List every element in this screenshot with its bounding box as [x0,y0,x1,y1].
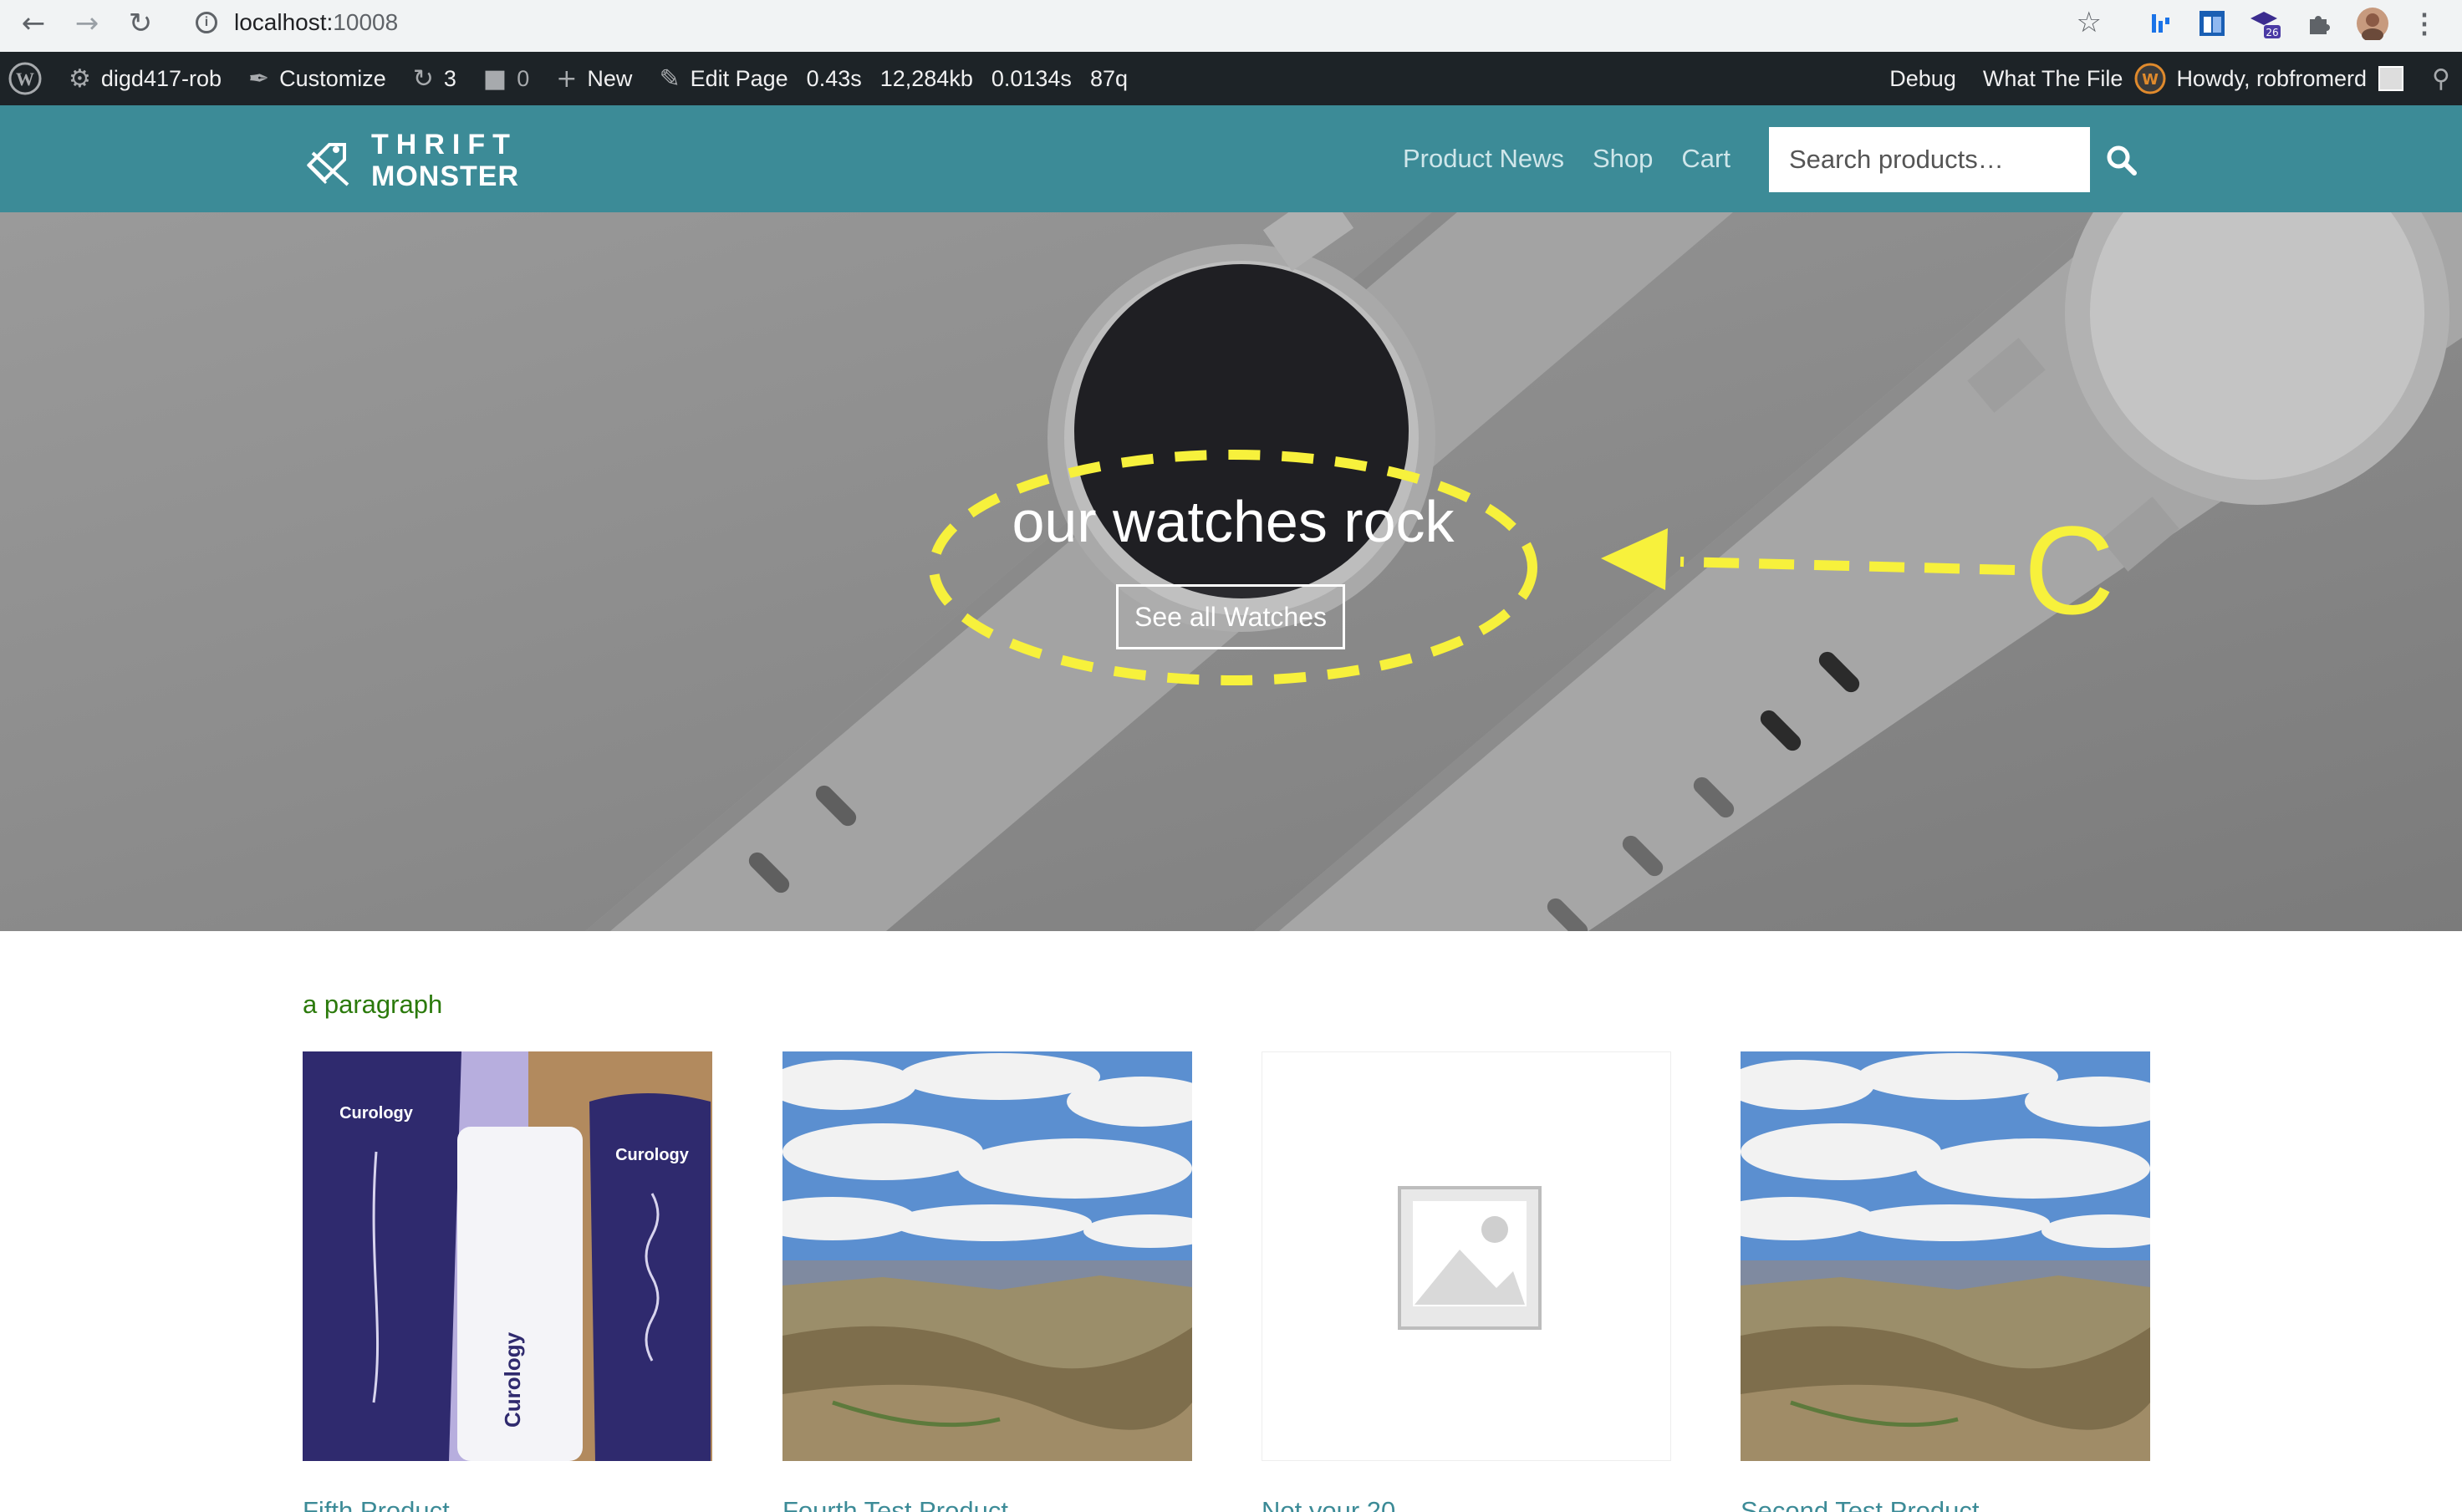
forward-icon[interactable]: → [64,0,110,47]
profile-avatar[interactable] [2356,7,2389,40]
nav-cart[interactable]: Cart [1681,144,1731,174]
user-avatar [2378,66,2404,91]
landscape-image [782,1051,1192,1461]
qm-memory: 12,284kb [879,65,973,91]
qm-db-time: 0.0134s [991,65,1072,91]
what-the-file-menu[interactable]: What The File [1970,52,2132,105]
nav-product-news[interactable]: Product News [1403,144,1564,174]
comments-count: 0 [517,65,530,91]
hero-watch-image: C [0,212,2462,931]
url-text: localhost:10008 [234,9,399,35]
qm-query-count: 87q [1089,65,1128,91]
new-label: New [587,65,633,91]
admin-search-icon[interactable]: ⚲ [2417,52,2462,105]
wp-logo-menu[interactable]: W [0,52,55,105]
browser-menu-icon[interactable]: ⋮ [2408,7,2441,40]
see-all-watches-button[interactable]: See all Watches [1116,584,1345,649]
product-title-2[interactable]: Fourth Test Product [782,1496,1008,1512]
comments-link[interactable]: ■ 0 [470,52,543,105]
extension-window-icon[interactable] [2195,7,2229,40]
new-content-menu[interactable]: + New [543,52,645,105]
curology-products-image: Curology Curology Curology [303,1051,712,1461]
svg-text:W: W [2143,71,2159,89]
comment-icon: ■ [482,64,507,94]
extension-bars-icon[interactable] [2145,7,2179,40]
address-bar[interactable]: i localhost:10008 ☆ [179,3,2118,43]
extension-badge: 26 [2266,27,2278,38]
landscape-image [1741,1051,2150,1461]
brush-icon: ✒ [248,64,270,94]
query-monitor-menu[interactable]: 0.43s 12,284kb 0.0134s 87q [802,52,1141,105]
debug-menu[interactable]: Debug [1876,52,1970,105]
plus-icon: + [556,64,578,94]
reload-icon[interactable]: ↻ [117,0,164,47]
logo-line-1: THRIFT [371,129,517,160]
my-account-menu[interactable]: W Howdy, robfromerd [2131,52,2417,105]
svg-text:Curology: Curology [500,1331,525,1428]
hero-title: our watches rock [1012,489,1455,554]
intro-paragraph: a paragraph [303,990,443,1019]
what-the-file-logo-icon: W [2134,63,2166,94]
hero-banner: C our watches rock See all Watches [0,212,2462,931]
product-title-1[interactable]: Fifth Product [303,1496,450,1512]
updates-icon: ↻ [412,64,434,94]
site-name-label: digd417-rob [100,65,222,91]
product-card-image-1[interactable]: Curology Curology Curology [303,1051,712,1461]
annotation-letter: C [2024,500,2114,640]
product-title-4[interactable]: Second Test Product [1741,1496,1980,1512]
what-the-file-label: What The File [1982,65,2123,91]
product-title-3[interactable]: Not your 20 [1262,1496,1395,1512]
customize-link[interactable]: ✒ Customize [235,52,400,105]
updates-count: 3 [443,65,456,91]
nav-shop[interactable]: Shop [1593,144,1653,174]
browser-toolbar: ← → ↻ i localhost:10008 ☆ 26 ⋮ [0,0,2462,52]
price-tag-logo-icon [306,143,349,186]
pencil-icon: ✎ [659,64,680,94]
primary-nav: Product News Shop Cart [1403,105,1759,212]
updates-link[interactable]: ↻ 3 [400,52,470,105]
wordpress-icon: W [8,62,42,95]
product-card-image-3[interactable] [1262,1051,1671,1461]
qm-page-time: 0.43s [806,65,862,91]
site-header: THRIFT MONSTER Product News Shop Cart [0,105,2462,212]
bookmark-star-icon[interactable]: ☆ [2077,6,2102,39]
debug-label: Debug [1889,65,1956,91]
product-search-input[interactable] [1769,127,2090,192]
site-name-menu[interactable]: ⚙ digd417-rob [55,52,235,105]
image-placeholder-icon [1262,1052,1670,1460]
edit-page-label: Edit Page [690,65,788,91]
product-card-image-2[interactable] [782,1051,1192,1461]
site-logo[interactable]: THRIFT MONSTER [301,129,519,192]
back-icon[interactable]: ← [10,0,57,47]
dashboard-icon: ⚙ [69,64,91,94]
extensions-puzzle-icon[interactable] [2302,7,2336,40]
logo-line-2: MONSTER [371,160,519,192]
search-icon[interactable] [2105,144,2138,177]
extension-grad-cap-icon[interactable]: 26 [2249,7,2282,40]
product-card-image-4[interactable] [1741,1051,2150,1461]
svg-text:Curology: Curology [339,1104,414,1123]
wp-admin-bar: W ⚙ digd417-rob ✒ Customize ↻ 3 ■ 0 + Ne… [0,52,2462,105]
edit-page-link[interactable]: ✎ Edit Page [645,52,801,105]
customize-label: Customize [279,65,386,91]
svg-text:W: W [16,69,34,89]
svg-text:Curology: Curology [615,1146,690,1164]
howdy-label: Howdy, robfromerd [2176,65,2368,91]
info-icon[interactable]: i [196,12,217,33]
